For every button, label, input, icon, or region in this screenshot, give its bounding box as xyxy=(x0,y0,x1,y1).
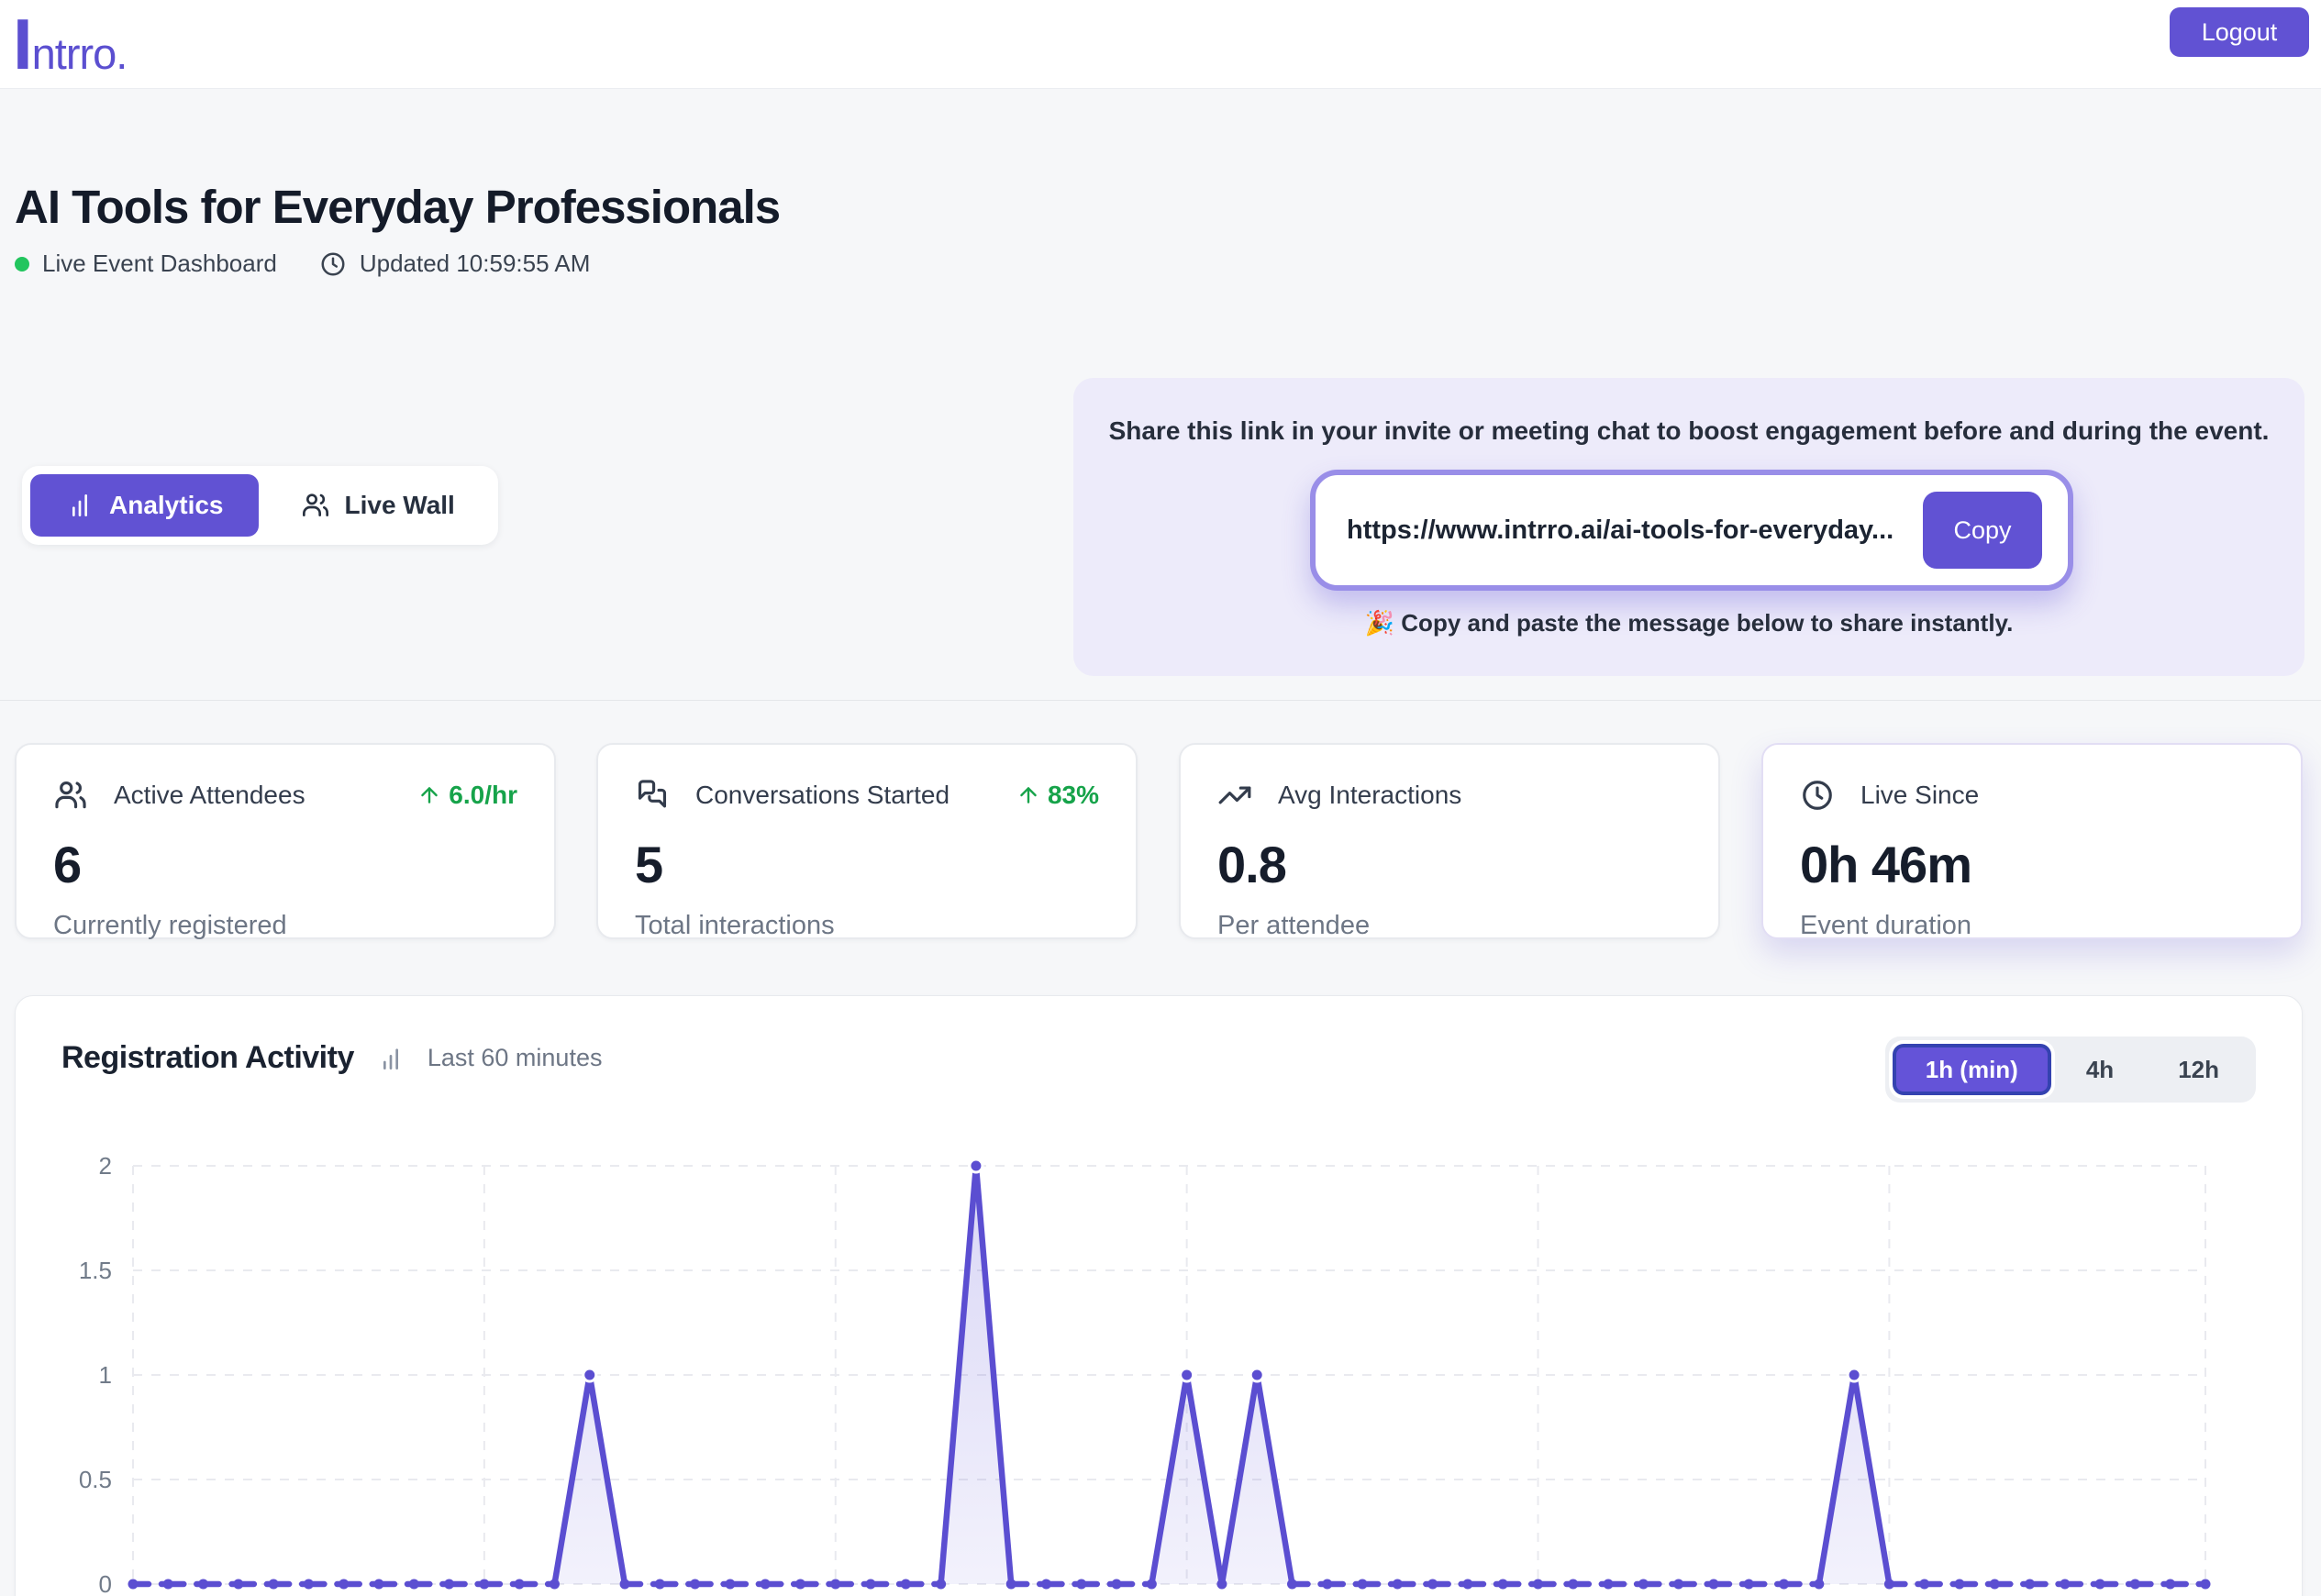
stat-value: 5 xyxy=(635,835,1099,894)
stat-sublabel: Per attendee xyxy=(1217,911,1682,941)
registration-activity-line-chart: 0 0.5 1 1.5 2 xyxy=(0,1142,2321,1596)
stat-badge-value: 6.0/hr xyxy=(449,781,517,810)
copy-link-button[interactable]: Copy xyxy=(1923,492,2042,569)
stat-card-active-attendees: Active Attendees 6.0/hr 6 Currently regi… xyxy=(15,743,556,939)
svg-text:0.5: 0.5 xyxy=(79,1466,112,1493)
stat-label: Active Attendees xyxy=(114,781,305,810)
tab-analytics-label: Analytics xyxy=(109,491,224,520)
range-button-12h[interactable]: 12h xyxy=(2149,1044,2249,1095)
section-divider xyxy=(0,700,2321,701)
share-url-input[interactable]: https://www.intrro.ai/ai-tools-for-every… xyxy=(1316,515,1923,546)
tab-live-wall-label: Live Wall xyxy=(345,491,455,520)
top-header-bar: Intrro. Logout xyxy=(0,0,2321,89)
chart-subtitle: Last 60 minutes xyxy=(428,1044,603,1072)
mini-bar-chart-icon xyxy=(376,1044,405,1073)
stat-sublabel: Currently registered xyxy=(53,911,517,941)
bar-chart-icon xyxy=(65,491,94,520)
stat-card-live-since: Live Since 0h 46m Event duration xyxy=(1761,743,2303,939)
range-button-4h[interactable]: 4h xyxy=(2057,1044,2143,1095)
share-heading: Share this link in your invite or meetin… xyxy=(1073,416,2304,446)
stat-sublabel: Total interactions xyxy=(635,911,1099,941)
share-url-box: https://www.intrro.ai/ai-tools-for-every… xyxy=(1310,470,2073,591)
chat-bubbles-icon xyxy=(635,778,670,813)
stat-trend-badge: 6.0/hr xyxy=(417,781,517,810)
page-title: AI Tools for Everyday Professionals xyxy=(15,180,780,234)
stat-value: 0.8 xyxy=(1217,835,1682,894)
clock-icon xyxy=(1800,778,1835,813)
arrow-up-icon xyxy=(1016,783,1040,807)
time-range-selector: 1h (min) 4h 12h xyxy=(1885,1036,2256,1103)
share-link-panel: Share this link in your invite or meetin… xyxy=(1073,378,2304,676)
stat-value: 0h 46m xyxy=(1800,835,2264,894)
stat-label: Avg Interactions xyxy=(1278,781,1461,810)
svg-text:1: 1 xyxy=(99,1361,112,1389)
chart-title: Registration Activity xyxy=(61,1040,354,1076)
range-button-1h[interactable]: 1h (min) xyxy=(1893,1044,2051,1095)
svg-text:1.5: 1.5 xyxy=(79,1257,112,1284)
stat-value: 6 xyxy=(53,835,517,894)
live-status-label: Live Event Dashboard xyxy=(42,249,277,278)
share-tip-text: 🎉 Copy and paste the message below to sh… xyxy=(1073,609,2304,637)
tab-analytics[interactable]: Analytics xyxy=(30,474,259,537)
stat-sublabel: Event duration xyxy=(1800,911,2264,941)
users-icon xyxy=(53,778,88,813)
users-group-icon xyxy=(301,491,330,520)
logout-button[interactable]: Logout xyxy=(2170,7,2309,57)
event-status-row: Live Event Dashboard Updated 10:59:55 AM xyxy=(15,249,590,278)
stat-label: Conversations Started xyxy=(695,781,950,810)
updated-timestamp: Updated 10:59:55 AM xyxy=(360,249,591,278)
svg-text:2: 2 xyxy=(99,1152,112,1180)
trending-up-icon xyxy=(1217,778,1252,813)
stat-badge-value: 83% xyxy=(1048,781,1099,810)
stat-card-conversations-started: Conversations Started 83% 5 Total intera… xyxy=(596,743,1138,939)
stat-card-avg-interactions: Avg Interactions 0.8 Per attendee xyxy=(1179,743,1720,939)
stat-trend-badge: 83% xyxy=(1016,781,1099,810)
view-switcher-tabs: Analytics Live Wall xyxy=(22,466,498,545)
clock-icon xyxy=(319,250,347,278)
stat-label: Live Since xyxy=(1860,781,1979,810)
tab-live-wall[interactable]: Live Wall xyxy=(266,474,490,537)
svg-text:0: 0 xyxy=(99,1570,112,1596)
arrow-up-icon xyxy=(417,783,441,807)
intrro-logo[interactable]: Intrro. xyxy=(13,7,127,91)
live-status-dot xyxy=(15,257,29,272)
